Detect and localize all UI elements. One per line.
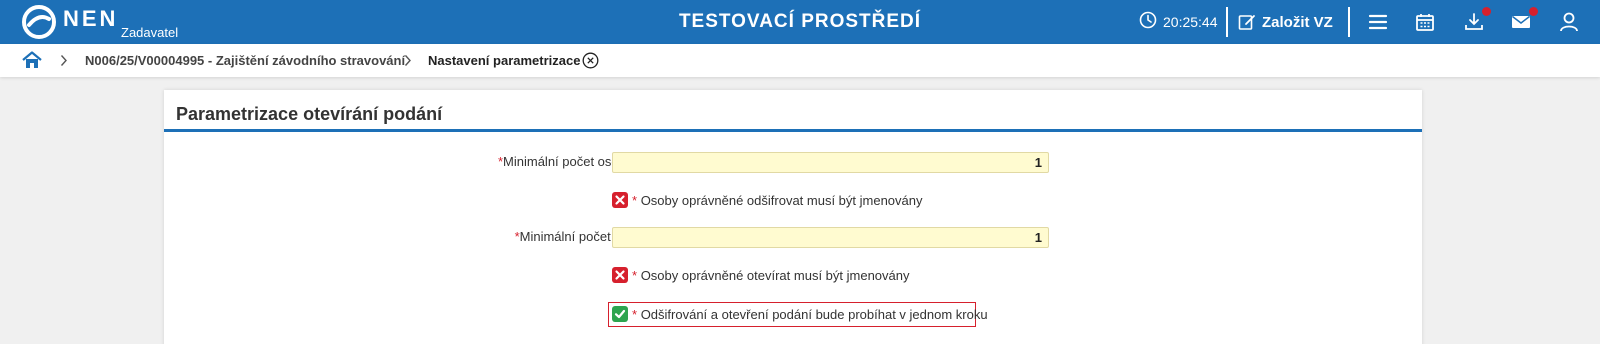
- top-bar: NEN Zadavatel TESTOVACÍ PROSTŘEDÍ 20:25:…: [0, 0, 1600, 44]
- session-timer: 20:25:44: [1163, 14, 1218, 30]
- clock-icon: [1139, 11, 1157, 29]
- mail-icon[interactable]: [1510, 7, 1538, 33]
- environment-title: TESTOVACÍ PROSTŘEDÍ: [678, 11, 922, 32]
- header-divider: [1226, 7, 1228, 37]
- home-icon[interactable]: [22, 51, 42, 69]
- menu-icon[interactable]: [1367, 11, 1389, 33]
- breadcrumb-tender-link[interactable]: N006/25/V00004995 - Zajištění závodního …: [85, 53, 405, 68]
- decrypt-min-persons-input[interactable]: [612, 152, 1049, 173]
- open-persons-status: * Osoby oprávněné otevírat musí být jmen…: [612, 266, 910, 284]
- error-x-icon: [612, 192, 628, 208]
- breadcrumb-current: Nastavení parametrizace: [428, 53, 581, 68]
- required-mark: *: [632, 306, 638, 322]
- calendar-icon[interactable]: [1414, 11, 1436, 33]
- required-mark: *: [632, 192, 638, 208]
- chevron-right-icon: [60, 54, 68, 67]
- open-min-persons-input[interactable]: [612, 227, 1049, 248]
- user-icon[interactable]: [1558, 11, 1580, 33]
- status-text: Osoby oprávněné otevírat musí být jmenov…: [640, 267, 910, 283]
- notification-badge: [1482, 7, 1491, 16]
- notification-badge: [1529, 7, 1538, 16]
- error-x-icon: [612, 267, 628, 283]
- check-icon: [612, 306, 628, 322]
- single-step-status: * Odšifrování a otevření podání bude pro…: [612, 305, 988, 323]
- required-mark: *: [632, 267, 638, 283]
- breadcrumb: N006/25/V00004995 - Zajištění závodního …: [0, 44, 1600, 77]
- download-icon[interactable]: [1463, 7, 1491, 33]
- status-text: Osoby oprávněné odšifrovat musí být jmen…: [640, 192, 923, 208]
- header-divider: [1348, 7, 1350, 37]
- panel-title-underline: [164, 129, 1422, 132]
- create-vz-button[interactable]: Založit VZ: [1238, 9, 1333, 35]
- decrypt-persons-status: * Osoby oprávněné odšifrovat musí být jm…: [612, 191, 923, 209]
- panel-title: Parametrizace otevírání podání: [176, 104, 443, 124]
- close-icon[interactable]: [582, 52, 599, 69]
- create-vz-label: Založit VZ: [1262, 13, 1333, 31]
- edit-icon: [1238, 15, 1255, 30]
- parametrization-panel: Parametrizace otevírání podání *Minimáln…: [164, 90, 1422, 344]
- status-text: Odšifrování a otevření podání bude probí…: [640, 306, 988, 322]
- chevron-right-icon: [404, 54, 412, 67]
